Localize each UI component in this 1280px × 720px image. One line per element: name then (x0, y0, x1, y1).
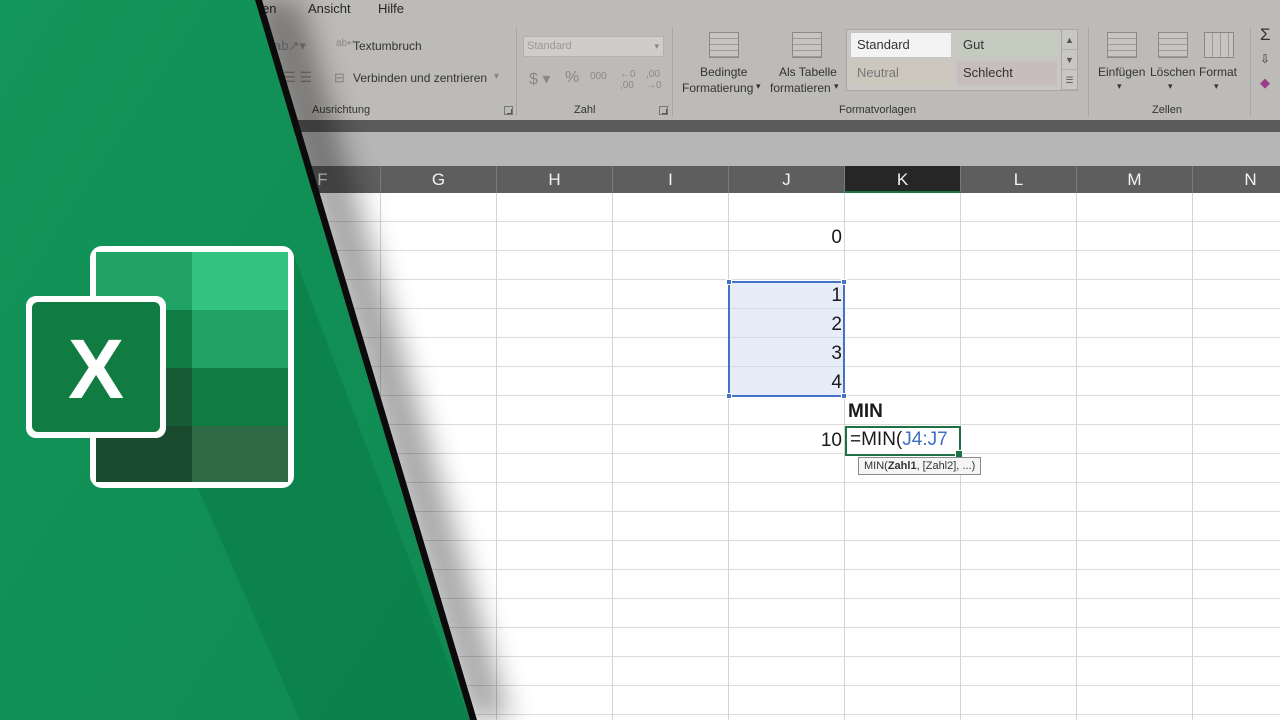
group-divider (1088, 28, 1089, 116)
group-label-zellen: Zellen (1152, 104, 1182, 116)
group-divider (1250, 28, 1251, 116)
chevron-down-icon[interactable]: ▼ (1062, 50, 1077, 70)
format-button[interactable]: Format (1199, 65, 1237, 79)
wrap-text-button[interactable]: Textumbruch (353, 39, 422, 53)
cell-j2[interactable]: 0 (820, 224, 842, 252)
group-divider (516, 28, 517, 116)
indent-icon[interactable]: ☰ ☰ (283, 69, 312, 86)
range-handle[interactable] (726, 393, 732, 399)
column-header-g[interactable]: G (381, 166, 497, 193)
format-as-table-label-1[interactable]: Als Tabelle (779, 65, 837, 79)
ribbon: ab↗▾ ab↵ Textumbruch ☰ ☰ ⊟ Verbinden und… (0, 18, 1280, 120)
tooltip-bold-arg: Zahl1 (887, 460, 917, 472)
merge-icon: ⊟ (334, 70, 345, 85)
conditional-formatting-label-2[interactable]: Formatierung (682, 81, 753, 95)
delete-button[interactable]: Löschen (1150, 65, 1195, 79)
chevron-down-icon: ▾ (1214, 81, 1219, 91)
increase-decimal-icon[interactable]: ←0,00 (620, 69, 636, 91)
chevron-down-icon[interactable]: ▾ (494, 71, 499, 82)
column-header-l[interactable]: L (961, 166, 1077, 193)
column-header-f[interactable]: F (265, 166, 381, 193)
group-label-zahl: Zahl (574, 104, 596, 116)
column-header-k[interactable]: K (845, 166, 961, 193)
menu-bar: en Ansicht Hilfe (0, 0, 1280, 18)
formula-range-ref: J4:J7 (902, 429, 948, 450)
insert-cells-icon (1107, 32, 1137, 58)
chevron-down-icon: ▾ (1168, 81, 1173, 91)
clear-icon[interactable]: ◆ (1260, 75, 1270, 91)
style-neutral[interactable]: Neutral (851, 61, 951, 85)
formula-bar-area (0, 132, 1280, 166)
ribbon-shadow (0, 120, 1280, 132)
style-standard[interactable]: Standard (851, 33, 951, 57)
insert-button[interactable]: Einfügen (1098, 65, 1145, 79)
thousands-separator-icon[interactable]: 000 (590, 71, 607, 82)
dialog-launcher-icon[interactable] (659, 106, 668, 115)
cell-j7[interactable]: 4 (820, 369, 842, 397)
merge-center-button[interactable]: Verbinden und zentrieren (353, 71, 487, 85)
number-format-value: Standard (527, 40, 572, 52)
cell-j5[interactable]: 2 (820, 311, 842, 339)
style-gut[interactable]: Gut (957, 33, 1057, 57)
chevron-down-icon: ▾ (1117, 81, 1122, 91)
cell-j6[interactable]: 3 (820, 340, 842, 368)
cell-j4[interactable]: 1 (820, 282, 842, 310)
group-divider (672, 28, 673, 116)
conditional-formatting-label-1[interactable]: Bedingte (700, 65, 747, 79)
orientation-icon[interactable]: ab↗▾ (274, 38, 306, 54)
autosum-icon[interactable]: Σ (1260, 25, 1271, 45)
function-tooltip[interactable]: MIN(Zahl1, [Zahl2], ...) (858, 457, 982, 475)
active-cell-k9[interactable]: =MIN(J4:J7 (845, 426, 963, 458)
menu-item-ansicht[interactable]: Ansicht (308, 1, 351, 16)
format-cells-icon (1204, 32, 1234, 58)
number-format-dropdown[interactable]: Standard ▾ (523, 36, 664, 57)
percent-icon[interactable]: % (565, 69, 579, 87)
menu-item-hilfe[interactable]: Hilfe (378, 1, 404, 16)
column-header-i[interactable]: I (613, 166, 729, 193)
style-schlecht[interactable]: Schlecht (957, 61, 1057, 85)
gallery-scroll[interactable]: ▲ ▼ ☰ (1061, 30, 1077, 90)
column-header-j[interactable]: J (729, 166, 845, 193)
group-label-formatvorlagen: Formatvorlagen (839, 104, 917, 116)
group-label-ausrichtung: Ausrichtung (312, 104, 371, 116)
column-header-m[interactable]: M (1077, 166, 1193, 193)
decrease-decimal-icon[interactable]: ,00 →0 (646, 69, 662, 91)
column-header-h[interactable]: H (497, 166, 613, 193)
column-header-n[interactable]: N (1193, 166, 1280, 193)
chevron-down-icon: ▾ (834, 81, 839, 91)
chevron-down-icon: ▾ (756, 81, 761, 91)
chevron-down-icon: ▾ (654, 41, 659, 51)
formula-prefix: =MIN( (850, 429, 903, 450)
chevron-up-icon[interactable]: ▲ (1062, 30, 1077, 50)
conditional-formatting-icon (709, 32, 739, 58)
cell-j9[interactable]: 10 (810, 427, 842, 455)
worksheet-grid[interactable] (0, 193, 1280, 720)
fill-icon[interactable]: ⇩ (1260, 52, 1270, 66)
more-icon[interactable]: ☰ (1062, 70, 1077, 90)
tooltip-prefix: MIN( (864, 460, 888, 472)
range-handle[interactable] (726, 279, 732, 285)
formula-input[interactable]: =MIN(J4:J7 (850, 429, 948, 451)
delete-cells-icon (1158, 32, 1188, 58)
column-header-row: F G H I J K L M N (0, 166, 1280, 193)
cell-styles-gallery: Standard Gut Neutral Schlecht ▲ ▼ ☰ (846, 29, 1078, 91)
format-as-table-icon (792, 32, 822, 58)
menu-item-start[interactable]: en (262, 1, 276, 16)
cell-k8[interactable]: MIN (848, 398, 883, 426)
dialog-launcher-icon[interactable] (504, 106, 513, 115)
format-as-table-label-2[interactable]: formatieren (770, 81, 831, 95)
currency-icon[interactable]: $ ▾ (529, 69, 550, 89)
tooltip-rest: , [Zahl2], ...) (916, 460, 976, 472)
